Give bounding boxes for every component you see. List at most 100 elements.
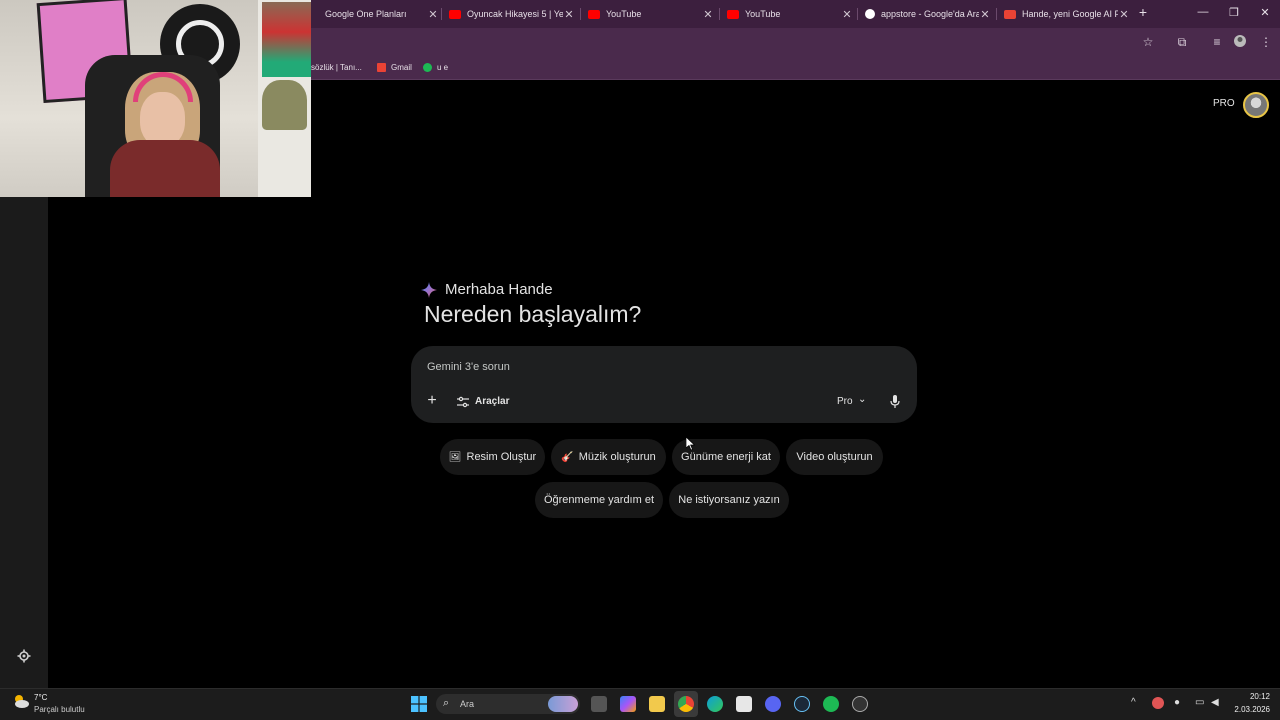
greeting-subtitle: Merhaba Hande [445, 281, 553, 298]
tools-button[interactable]: Araçlar [475, 396, 509, 407]
chip-video-olusturun[interactable]: Video oluşturun [786, 439, 883, 475]
minimize-icon[interactable]: — [1195, 6, 1211, 18]
chip-muzik-olusturun[interactable]: 🎸 Müzik oluşturun [551, 439, 666, 475]
tab-youtube-2[interactable]: YouTube ✕ [723, 3, 853, 25]
model-selector[interactable]: Pro [837, 396, 853, 407]
chip-ne-istiyorsaniz-yazin[interactable]: Ne istiyorsanız yazın [669, 482, 789, 518]
youtube-favicon-icon [449, 9, 461, 19]
browser-menu-icon[interactable]: ⋮ [1258, 34, 1274, 50]
tab-divider [441, 8, 442, 20]
greeting-title: Nereden başlayalım? [424, 301, 642, 327]
tab-google-one[interactable]: Google One Planları ✕ [311, 3, 439, 25]
microphone-tray-icon[interactable]: ● [1174, 697, 1180, 708]
network-icon[interactable]: ▭ [1195, 697, 1204, 708]
tab-title: Oyuncak Hikayesi 5 | Yeni [467, 9, 563, 19]
clock-date[interactable]: 2.03.2026 [1222, 705, 1270, 714]
tab-appstore-search[interactable]: appstore - Google'da Ara ✕ [861, 3, 991, 25]
settings-gear-icon[interactable] [17, 649, 31, 663]
tab-youtube-1[interactable]: YouTube ✕ [584, 3, 714, 25]
chip-label: Ne istiyorsanız yazın [678, 494, 780, 506]
windows-taskbar [0, 688, 1280, 720]
edge-icon[interactable] [707, 696, 723, 712]
add-attachment-icon[interactable]: + [425, 393, 439, 409]
close-icon[interactable]: ✕ [702, 8, 714, 21]
chip-ogrenmeme-yardim-et[interactable]: Öğrenmeme yardım et [535, 482, 663, 518]
tab-title: YouTube [606, 9, 642, 19]
weather-temp: 7°C [34, 693, 48, 702]
tray-app-icon[interactable] [1152, 697, 1164, 709]
tab-divider [996, 8, 997, 20]
tray-chevron-up-icon[interactable]: ^ [1131, 697, 1136, 708]
search-highlight-icon [548, 696, 578, 712]
youtube-favicon-icon [727, 9, 739, 19]
person-sweater [110, 140, 220, 197]
tab-title: Google One Planları [325, 9, 407, 19]
webcam-overlay [0, 0, 311, 197]
prompt-input[interactable]: Gemini 3'e sorun [427, 361, 510, 373]
profile-icon[interactable] [1232, 34, 1248, 50]
steam-icon[interactable] [794, 696, 810, 712]
bookmark-gmail[interactable]: Gmail [377, 60, 412, 74]
microphone-icon[interactable] [890, 395, 900, 408]
tab-divider [857, 8, 858, 20]
bookmark-ue[interactable]: u e [423, 60, 448, 74]
microsoft-store-icon[interactable] [736, 696, 752, 712]
tab-divider [719, 8, 720, 20]
app-icon[interactable] [852, 696, 868, 712]
chip-label: Müzik oluşturun [578, 451, 656, 463]
copilot-icon[interactable] [620, 696, 636, 712]
weather-description: Parçalı bulutlu [34, 705, 85, 714]
bookmark-label: Gmail [391, 62, 412, 72]
new-tab-button[interactable]: + [1135, 4, 1151, 20]
window-close-icon[interactable]: ✕ [1257, 6, 1273, 19]
spotify-icon[interactable] [823, 696, 839, 712]
chevron-down-icon[interactable]: ⌄ [858, 394, 866, 405]
tab-title: Hande, yeni Google AI Pr [1022, 9, 1118, 19]
chip-resim-olustur[interactable]: 🖼 Resim Oluştur [440, 439, 545, 475]
weather-cloud-icon[interactable] [12, 692, 30, 710]
discord-icon[interactable] [765, 696, 781, 712]
close-icon[interactable]: ✕ [427, 8, 439, 21]
tab-title: YouTube [745, 9, 781, 19]
tab-oyuncak-hikayesi[interactable]: Oyuncak Hikayesi 5 | Yeni ✕ [445, 3, 575, 25]
chip-label: Video oluşturun [796, 451, 873, 463]
plan-badge: PRO [1213, 98, 1235, 109]
prompt-box[interactable] [411, 346, 917, 423]
close-icon[interactable]: ✕ [1118, 8, 1130, 21]
close-icon[interactable]: ✕ [979, 8, 991, 21]
restore-icon[interactable]: ❐ [1226, 6, 1242, 19]
gmail-favicon-icon [1004, 9, 1016, 19]
media-control-icon[interactable]: ≡ [1209, 34, 1225, 50]
task-view-icon[interactable] [591, 696, 607, 712]
close-icon[interactable]: ✕ [841, 8, 853, 21]
search-icon: ⌕ [443, 697, 450, 709]
chrome-icon[interactable] [678, 696, 694, 712]
bookmark-star-icon[interactable]: ☆ [1140, 34, 1156, 50]
chip-label: Öğrenmeme yardım et [543, 494, 655, 506]
bookmark-sozluk[interactable]: sözlük | Tanı... [311, 60, 362, 74]
windows-start-icon[interactable] [411, 696, 427, 712]
chip-label: Günüme enerji kat [681, 451, 771, 463]
figurine [262, 80, 307, 130]
volume-icon[interactable]: ◀ [1211, 697, 1219, 708]
youtube-favicon-icon [588, 9, 600, 19]
file-explorer-icon[interactable] [649, 696, 665, 712]
green-circle-icon [423, 62, 432, 72]
bookmark-label: u e [437, 62, 449, 72]
tab-title: appstore - Google'da Ara [881, 9, 979, 19]
clock-time[interactable]: 20:12 [1232, 692, 1270, 701]
tab-hande-google-ai[interactable]: Hande, yeni Google AI Pr ✕ [1000, 3, 1130, 25]
extensions-icon[interactable]: ⧉ [1174, 34, 1190, 50]
mouse-cursor-icon [685, 436, 696, 451]
tab-divider [580, 8, 581, 20]
avatar[interactable] [1243, 92, 1269, 118]
chip-label: Resim Oluştur [466, 451, 537, 463]
bookmark-label: sözlük | Tanı... [311, 62, 362, 72]
tools-sliders-icon[interactable] [457, 395, 469, 408]
taskbar-search-label: Ara [460, 699, 475, 709]
sidebar-rail [0, 197, 48, 688]
gemini-sparkle-icon [421, 282, 437, 298]
guitar-icon: 🎸 [561, 451, 574, 463]
close-icon[interactable]: ✕ [563, 8, 575, 21]
image-icon: 🖼 [448, 451, 462, 463]
